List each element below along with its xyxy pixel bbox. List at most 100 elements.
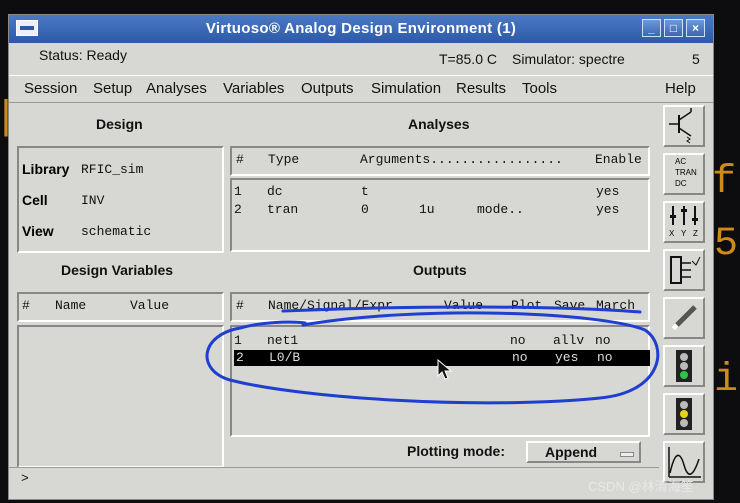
traffic-light-green-icon	[676, 350, 692, 382]
choose-design-button[interactable]	[663, 105, 705, 147]
analyses-header-type: Type	[268, 152, 300, 167]
outputs-header-num: #	[236, 298, 244, 313]
row-num: 1	[234, 184, 242, 199]
dv-header-num: #	[22, 298, 30, 313]
traffic-light-yellow-icon	[676, 398, 692, 430]
tool-bar: AC TRAN DC X Y Z	[661, 105, 713, 499]
analyses-header-num: #	[236, 152, 244, 167]
analyses-header: # Type Arguments................. Enable	[230, 146, 650, 176]
background-glyph: i	[714, 358, 739, 403]
menu-results[interactable]: Results	[456, 80, 506, 97]
analyses-header-args: Arguments.................	[360, 152, 563, 167]
menu-variables[interactable]: Variables	[223, 80, 284, 97]
outputs-header: # Name/Signal/Expr Value Plot Save March	[230, 292, 650, 322]
design-variables-header: # Name Value	[17, 292, 224, 322]
temperature-text: T=85.0 C	[439, 51, 497, 67]
watermark: CSDN @林清海笙	[588, 479, 694, 494]
command-prompt: >	[21, 471, 29, 486]
analyses-table: 1 dc t yes 2 tran 0 1u mode.. yes	[230, 178, 650, 252]
edit-variables-button[interactable]: X Y Z	[663, 201, 705, 243]
menu-simulation[interactable]: Simulation	[371, 80, 441, 97]
menu-analyses[interactable]: Analyses	[146, 80, 207, 97]
row-plot: no	[512, 350, 528, 365]
dv-header-value: Value	[130, 298, 170, 313]
cell-label: Cell	[22, 192, 48, 208]
library-label: Library	[22, 161, 70, 177]
analysis-tran-label: TRAN	[675, 168, 697, 177]
dropdown-indicator-icon	[620, 452, 634, 457]
run-simulation-button[interactable]	[663, 345, 705, 387]
simulator-text: Simulator: spectre	[512, 51, 625, 67]
outputs-header-name: Name/Signal/Expr	[268, 298, 393, 313]
row-save: allv	[553, 333, 585, 348]
menu-tools[interactable]: Tools	[522, 80, 557, 97]
table-row[interactable]: 2 tran 0 1u mode.. yes	[232, 202, 646, 219]
row-plot: no	[510, 333, 526, 348]
row-name: net1	[267, 333, 299, 348]
analyses-header-enable: Enable	[595, 152, 642, 167]
command-line[interactable]: >	[9, 467, 659, 498]
row-arg: t	[361, 184, 369, 199]
y-label: Y	[681, 229, 687, 238]
design-variables-table[interactable]	[17, 325, 224, 468]
menu-session[interactable]: Session	[24, 80, 77, 97]
eraser-icon	[671, 305, 697, 331]
row-arg: 0	[361, 202, 369, 217]
outputs-header-plot: Plot	[511, 298, 543, 313]
table-row[interactable]: 1 net1 no allv no	[232, 333, 646, 350]
menu-help[interactable]: Help	[665, 80, 696, 97]
ade-window: Virtuoso® Analog Design Environment (1) …	[8, 14, 714, 500]
analyses-title: Analyses	[408, 116, 470, 132]
menu-outputs[interactable]: Outputs	[301, 80, 354, 97]
cell-value: INV	[81, 193, 105, 208]
analysis-dc-label: DC	[675, 179, 687, 188]
row-num: 2	[236, 350, 244, 365]
outputs-header-march: March	[596, 298, 636, 313]
status-number: 5	[692, 51, 700, 67]
row-march: no	[595, 333, 611, 348]
choose-analyses-button[interactable]: AC TRAN DC	[663, 153, 705, 195]
status-text: Status: Ready	[39, 47, 127, 63]
setup-outputs-button[interactable]	[663, 249, 705, 291]
outputs-header-save: Save	[554, 298, 586, 313]
row-name: L0/B	[269, 350, 301, 365]
transistor-icon	[669, 108, 692, 144]
design-variables-title: Design Variables	[61, 262, 174, 278]
view-value: schematic	[81, 224, 152, 239]
background-glyph: 5	[714, 222, 739, 267]
mouse-cursor-icon	[437, 359, 453, 380]
table-row[interactable]: 1 dc t yes	[232, 184, 646, 201]
status-bar: Status: Ready T=85.0 C Simulator: spectr…	[9, 44, 713, 74]
view-label: View	[22, 223, 54, 239]
delete-button[interactable]	[663, 297, 705, 339]
minimize-button[interactable]: _	[642, 19, 661, 37]
menu-bar: Session Setup Analyses Variables Outputs…	[9, 75, 713, 103]
z-label: Z	[693, 229, 698, 238]
row-enable: yes	[596, 184, 620, 199]
row-enable: yes	[596, 202, 620, 217]
title-bar[interactable]: Virtuoso® Analog Design Environment (1) …	[9, 15, 713, 43]
background-glyph: f	[712, 160, 737, 205]
row-type: dc	[267, 184, 283, 199]
menu-setup[interactable]: Setup	[93, 80, 132, 97]
row-march: no	[597, 350, 613, 365]
row-arg: 1u	[419, 202, 435, 217]
stop-simulation-button[interactable]	[663, 393, 705, 435]
plotting-mode-value: Append	[545, 444, 598, 460]
window-title: Virtuoso® Analog Design Environment (1)	[205, 20, 517, 37]
close-button[interactable]: ×	[686, 19, 705, 37]
row-type: tran	[267, 202, 299, 217]
dv-header-name: Name	[55, 298, 87, 313]
plotting-mode-dropdown[interactable]: Append	[526, 441, 641, 463]
design-title: Design	[96, 116, 143, 132]
outputs-title: Outputs	[413, 262, 467, 278]
row-num: 2	[234, 202, 242, 217]
outputs-header-value: Value	[444, 298, 484, 313]
maximize-button[interactable]: □	[664, 19, 683, 37]
outputs-table: 1 net1 no allv no	[230, 325, 650, 437]
outputs-icon	[670, 256, 701, 284]
row-num: 1	[234, 333, 242, 348]
analysis-ac-label: AC	[675, 157, 687, 166]
row-arg: mode..	[477, 202, 524, 217]
design-panel: Library RFIC_sim Cell INV View schematic	[17, 146, 224, 253]
